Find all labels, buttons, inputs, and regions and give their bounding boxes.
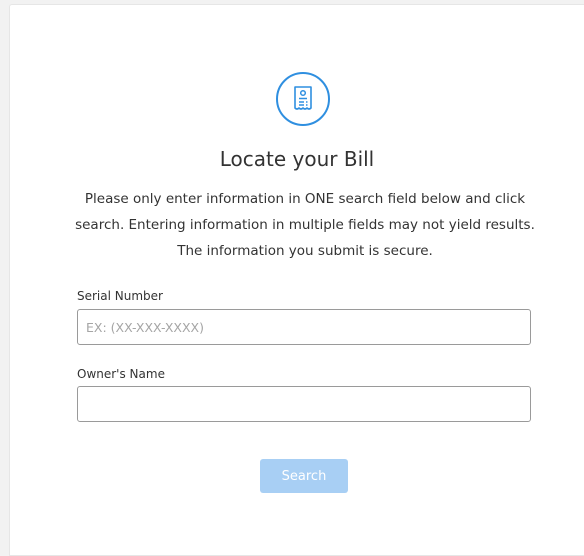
owners-name-label: Owner's Name (77, 367, 165, 381)
page-title: Locate your Bill (219, 147, 375, 171)
serial-number-label: Serial Number (77, 289, 163, 303)
receipt-icon-graphic (294, 86, 312, 110)
serial-number-input[interactable] (77, 309, 531, 345)
instructions-text: Please only enter information in ONE sea… (75, 191, 535, 259)
search-button[interactable]: Search (260, 459, 348, 493)
bill-locator-card: Locate your Bill Please only enter infor… (9, 4, 584, 556)
owners-name-input[interactable] (77, 386, 531, 422)
receipt-icon (276, 72, 330, 126)
